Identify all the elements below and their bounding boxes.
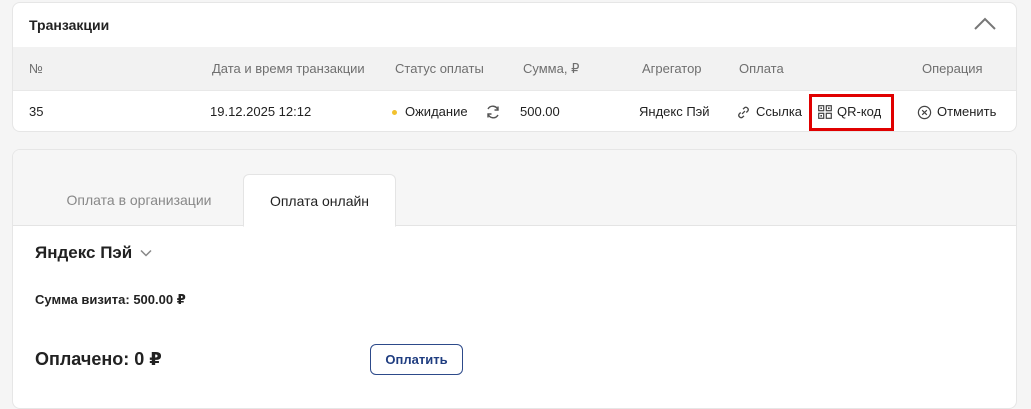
payment-link-label: Ссылка <box>756 104 803 119</box>
column-operation: Операция <box>922 61 983 76</box>
column-datetime: Дата и время транзакции <box>212 61 365 76</box>
tab-online-payment[interactable]: Оплата онлайн <box>243 174 396 227</box>
transaction-aggregator: Яндекс Пэй <box>639 104 710 119</box>
table-row: 35 19.12.2025 12:12 Ожидание 500.00 Янде… <box>13 91 1016 131</box>
chevron-up-icon[interactable] <box>972 13 998 35</box>
transactions-header: Транзакции <box>13 3 1016 47</box>
visit-sum: Сумма визита: 500.00 ₽ <box>35 292 186 307</box>
column-amount: Сумма, ₽ <box>523 61 580 76</box>
payment-tabs: Оплата в организации Оплата онлайн <box>13 150 1016 227</box>
chevron-down-icon <box>140 249 152 257</box>
transaction-datetime: 19.12.2025 12:12 <box>210 104 312 119</box>
payment-link-button[interactable]: Ссылка <box>736 91 803 131</box>
column-number: № <box>29 61 43 76</box>
cancel-icon <box>917 105 932 119</box>
column-aggregator: Агрегатор <box>642 61 702 76</box>
aggregator-select[interactable]: Яндекс Пэй <box>35 243 153 263</box>
column-status: Статус оплаты <box>395 61 484 76</box>
qr-code-highlight <box>809 94 894 131</box>
transactions-card: Транзакции № Дата и время транзакции Ста… <box>12 2 1017 132</box>
status-dot-icon <box>392 109 397 115</box>
link-icon <box>738 106 749 118</box>
refresh-status-button[interactable] <box>485 91 501 131</box>
cancel-label: Отменить <box>937 104 997 119</box>
transaction-amount: 500.00 <box>520 104 560 119</box>
refresh-icon <box>487 105 499 119</box>
pay-button[interactable]: Оплатить <box>370 344 463 375</box>
column-payment: Оплата <box>739 61 784 76</box>
status-label: Ожидание <box>405 104 468 119</box>
status-badge: Ожидание <box>392 91 468 131</box>
payment-panel: Оплата в организации Оплата онлайн Яндек… <box>12 149 1017 409</box>
cancel-transaction-button[interactable]: Отменить <box>917 91 997 131</box>
transaction-number: 35 <box>29 104 44 119</box>
paid-amount: Оплачено: 0 ₽ <box>35 349 162 369</box>
tab-organization-payment[interactable]: Оплата в организации <box>37 174 241 226</box>
transactions-table-header: № Дата и время транзакции Статус оплаты … <box>13 47 1016 91</box>
aggregator-selected-label: Яндекс Пэй <box>35 243 133 262</box>
transactions-title: Транзакции <box>29 17 110 33</box>
